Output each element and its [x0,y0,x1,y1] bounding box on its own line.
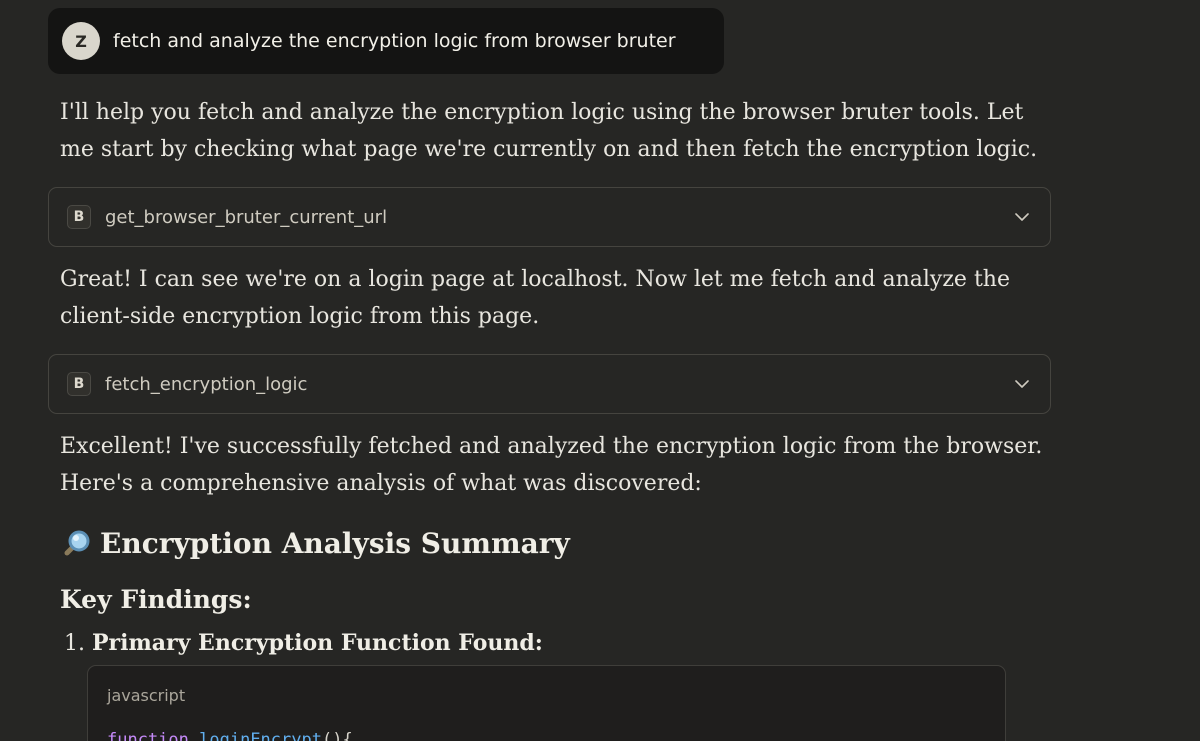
tool-call-get-current-url[interactable]: B get_browser_bruter_current_url [48,187,1051,247]
key-findings-heading: Key Findings: [60,585,252,614]
tool-name: fetch_encryption_logic [105,373,308,395]
tool-name: get_browser_bruter_current_url [105,206,388,228]
finding-list-item: 1. Primary Encryption Function Found: [64,625,543,662]
user-avatar[interactable]: Z [62,22,100,60]
chevron-down-icon[interactable] [1014,209,1030,225]
finding-number: 1. [64,631,85,656]
tool-badge: B [67,205,91,229]
code-line: function loginEncrypt(){ [107,730,353,741]
code-language-label: javascript [107,686,186,705]
code-block[interactable]: javascript function loginEncrypt(){ [87,665,1006,741]
code-punctuation: (){ [321,730,353,741]
assistant-paragraph-analysis-intro: Excellent! I've successfully fetched and… [60,434,1043,496]
tool-badge: B [67,372,91,396]
assistant-paragraph-login-page: Great! I can see we're on a login page a… [60,267,1010,329]
tool-call-fetch-encryption-logic[interactable]: B fetch_encryption_logic [48,354,1051,414]
summary-heading: Encryption Analysis Summary [60,522,570,566]
finding-title: Primary Encryption Function Found: [92,630,543,656]
summary-heading-text: Encryption Analysis Summary [100,527,570,560]
assistant-paragraph-intro: I'll help you fetch and analyze the encr… [60,100,1038,162]
code-function-name: loginEncrypt [199,730,322,741]
user-message-text: fetch and analyze the encryption logic f… [113,30,676,52]
code-keyword: function [107,730,189,741]
chevron-down-icon[interactable] [1014,376,1030,392]
magnifying-glass-icon [64,530,90,556]
user-message-bubble: Z fetch and analyze the encryption logic… [48,8,724,74]
